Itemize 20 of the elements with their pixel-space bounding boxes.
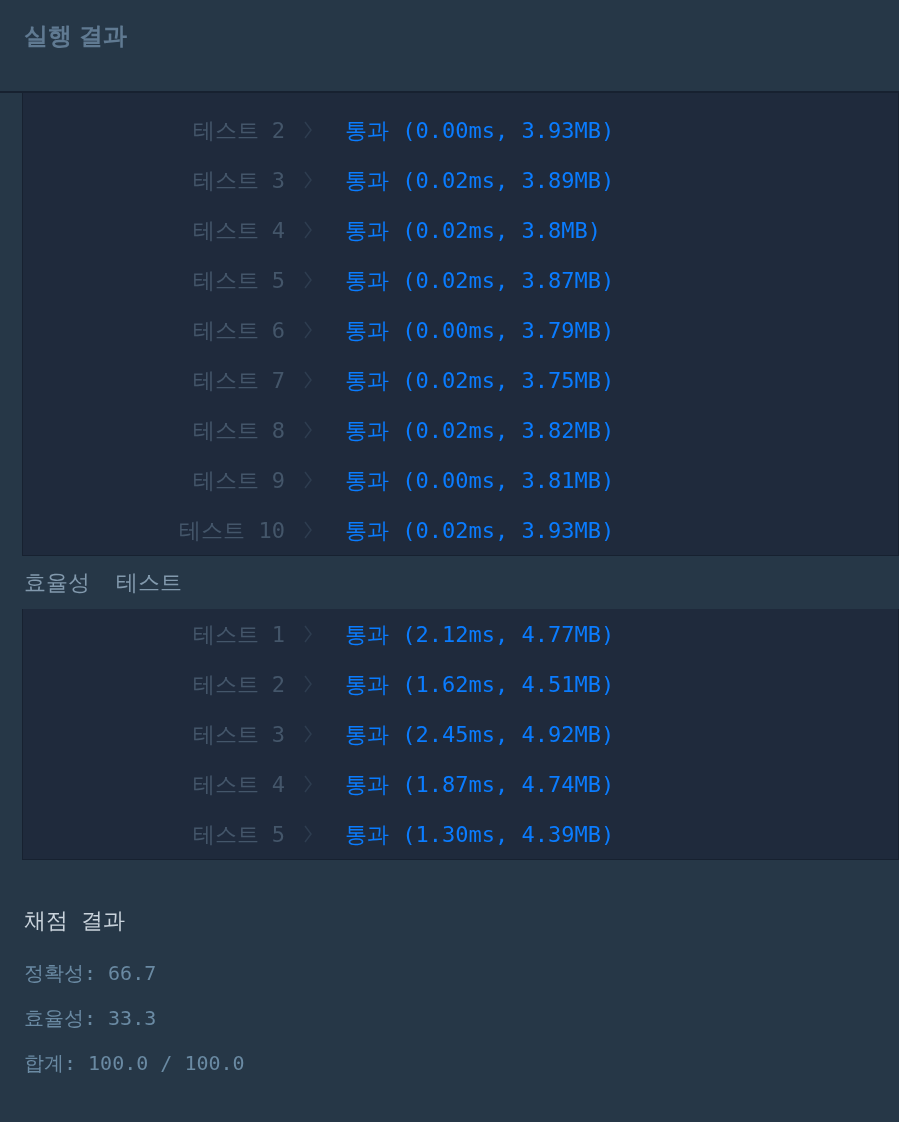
score-line: 효율성: 33.3 — [24, 1004, 157, 1032]
test-result: 통과 (0.02ms, 3.82MB) — [345, 416, 615, 445]
summary-title: 채점 결과 — [24, 907, 126, 935]
test-result: 통과 (0.02ms, 3.87MB) — [345, 266, 615, 295]
test-result: 통과 (0.00ms, 3.93MB) — [345, 116, 615, 145]
test-result: 통과 (0.00ms, 3.79MB) — [345, 316, 615, 345]
test-result: 통과 (0.02ms, 3.75MB) — [345, 366, 615, 395]
test-result: 통과 (0.02ms, 3.89MB) — [345, 166, 615, 195]
test-result: 통과 (0.02ms, 3.8MB) — [345, 216, 601, 245]
test-result: 통과 (0.02ms, 3.93MB) — [345, 516, 615, 545]
test-result: 통과 (1.62ms, 4.51MB) — [345, 670, 615, 699]
score-line: 정확성: 66.7 — [24, 959, 157, 987]
section-title: 효율성 테스트 — [24, 569, 183, 597]
score-line: 합계: 100.0 / 100.0 — [24, 1049, 245, 1077]
test-result: 통과 (0.00ms, 3.81MB) — [345, 466, 615, 495]
panel-title: 실행 결과 — [24, 21, 127, 51]
test-result: 통과 (1.87ms, 4.74MB) — [345, 770, 615, 799]
test-result: 통과 (2.12ms, 4.77MB) — [345, 620, 615, 649]
test-result: 통과 (2.45ms, 4.92MB) — [345, 720, 615, 749]
test-result: 통과 (1.30ms, 4.39MB) — [345, 820, 615, 849]
